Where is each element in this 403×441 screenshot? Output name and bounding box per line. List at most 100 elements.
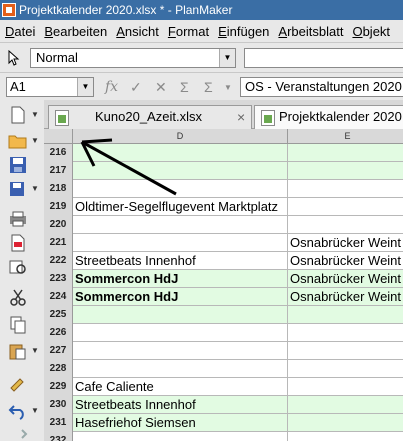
undo-icon[interactable] [8,402,28,420]
save-icon[interactable] [8,156,28,174]
row-header[interactable]: 220 [44,216,73,234]
cell-e[interactable] [288,216,403,233]
cell-d[interactable] [73,216,288,233]
cell-e[interactable] [288,396,403,413]
spreadsheet-grid[interactable]: D E 216 217 218 219 Oldtimer-Segelflugevent … [44,129,403,441]
function-icon[interactable]: fx [105,79,118,95]
copy-icon[interactable] [8,316,28,334]
row-header[interactable]: 224 [44,288,73,306]
menu-bearbeiten[interactable]: Bearbeiten [39,24,111,39]
cell-e[interactable]: Osnabrücker Weint [288,270,403,287]
pointer-tool-icon[interactable] [8,50,20,66]
chevron-down-icon[interactable]: ▼ [77,78,93,96]
cell-d[interactable]: Cafe Caliente [73,378,288,395]
column-header-d[interactable]: D [73,129,288,144]
row-header[interactable]: 222 [44,252,73,270]
menu-ansicht[interactable]: Ansicht [111,24,163,39]
tab-kuno20-azeit[interactable]: Kuno20_Azeit.xlsx × [48,105,252,129]
menu-arbeitsblatt[interactable]: Arbeitsblatt [273,24,347,39]
cell-e[interactable] [288,162,403,179]
cut-icon[interactable] [8,288,28,306]
cell-d[interactable] [73,144,288,161]
cell-e[interactable] [288,144,403,161]
menu-objekt[interactable]: Objekt [347,24,394,39]
column-header-e[interactable]: E [288,129,403,144]
cell-e[interactable] [288,360,403,377]
chevron-down-icon[interactable]: ▼ [31,184,39,193]
row-header[interactable]: 227 [44,342,73,360]
cell-d[interactable]: Streetbeats Innenhof [73,396,288,413]
sum-icon[interactable]: Σ [180,79,189,95]
cell-e[interactable] [288,378,403,395]
cell-e[interactable] [288,198,403,215]
cell-e[interactable]: Osnabrücker Weint [288,252,403,269]
row-header[interactable]: 221 [44,234,73,252]
menu-format[interactable]: Format [163,24,213,39]
row-header[interactable]: 230 [44,396,73,414]
cell-e[interactable] [288,324,403,341]
cell-d[interactable]: Sommercon HdJ [73,288,288,305]
cell-d[interactable] [73,180,288,197]
chevron-down-icon[interactable]: ▼ [219,49,235,67]
open-folder-icon[interactable] [8,132,28,150]
close-icon[interactable]: × [237,106,245,128]
redo-icon[interactable] [8,426,28,441]
formula-input[interactable]: OS - Veranstaltungen 2020 [240,77,403,97]
cell-e[interactable]: Osnabrücker Weint [288,234,403,251]
cell-d[interactable] [73,360,288,377]
row-header[interactable]: 232 [44,432,73,441]
cell-d[interactable] [73,162,288,179]
row-header[interactable]: 216 [44,144,73,162]
cell-d[interactable]: Streetbeats Innenhof [73,252,288,269]
save-as-icon[interactable] [8,180,28,198]
cell-d[interactable] [73,432,288,441]
planmaker-app-icon [2,3,16,17]
row-header[interactable]: 219 [44,198,73,216]
row-header[interactable]: 217 [44,162,73,180]
cell-e[interactable]: Osnabrücker Weint [288,288,403,305]
chevron-down-icon[interactable]: ▼ [31,136,39,145]
font-select[interactable] [244,48,403,68]
cell-e[interactable] [288,180,403,197]
select-all-corner[interactable] [44,129,73,144]
cell-d[interactable] [73,306,288,323]
format-toolbar: Normal ▼ [0,42,403,72]
row-header[interactable]: 226 [44,324,73,342]
row-header[interactable]: 218 [44,180,73,198]
format-painter-icon[interactable] [8,374,28,392]
cell-e[interactable] [288,432,403,441]
tab-projektkalender-2020[interactable]: Projektkalender 2020.xlsx [254,105,403,129]
row-header[interactable]: 229 [44,378,73,396]
new-document-icon[interactable] [8,106,28,124]
chevron-down-icon[interactable]: ▼ [31,110,39,119]
menu-einfuegen[interactable]: Einfügen [213,24,273,39]
cell-d[interactable]: Oldtimer-Segelflugevent Marktplatz [73,198,288,215]
row-header[interactable]: 225 [44,306,73,324]
confirm-icon[interactable]: ✓ [130,79,142,96]
autosum-icon[interactable]: Σ [204,79,213,95]
print-icon[interactable] [8,210,28,228]
menu-datei[interactable]: Datei [0,24,39,39]
table-row: 232 [44,432,403,441]
chevron-down-icon[interactable]: ▼ [224,83,232,92]
chevron-down-icon[interactable]: ▼ [31,346,39,355]
cell-e[interactable] [288,414,403,431]
cell-d[interactable]: Sommercon HdJ [73,270,288,287]
paste-icon[interactable] [8,342,28,360]
cell-d[interactable]: Hasefriehof Siemsen [73,414,288,431]
pdf-export-icon[interactable] [8,234,28,252]
cell-d[interactable] [73,342,288,359]
cell-e[interactable] [288,306,403,323]
chevron-down-icon[interactable]: ▼ [31,406,39,415]
cell-reference-box[interactable]: A1 ▼ [6,77,94,97]
cell-d[interactable] [73,324,288,341]
print-preview-icon[interactable] [8,258,28,276]
cell-e[interactable] [288,342,403,359]
row-header[interactable]: 228 [44,360,73,378]
paragraph-style-select[interactable]: Normal ▼ [30,48,236,68]
cell-d[interactable] [73,234,288,251]
cancel-icon[interactable]: ✕ [155,79,167,96]
row-header[interactable]: 223 [44,270,73,288]
row-header[interactable]: 231 [44,414,73,432]
table-row: 226 [44,324,403,342]
